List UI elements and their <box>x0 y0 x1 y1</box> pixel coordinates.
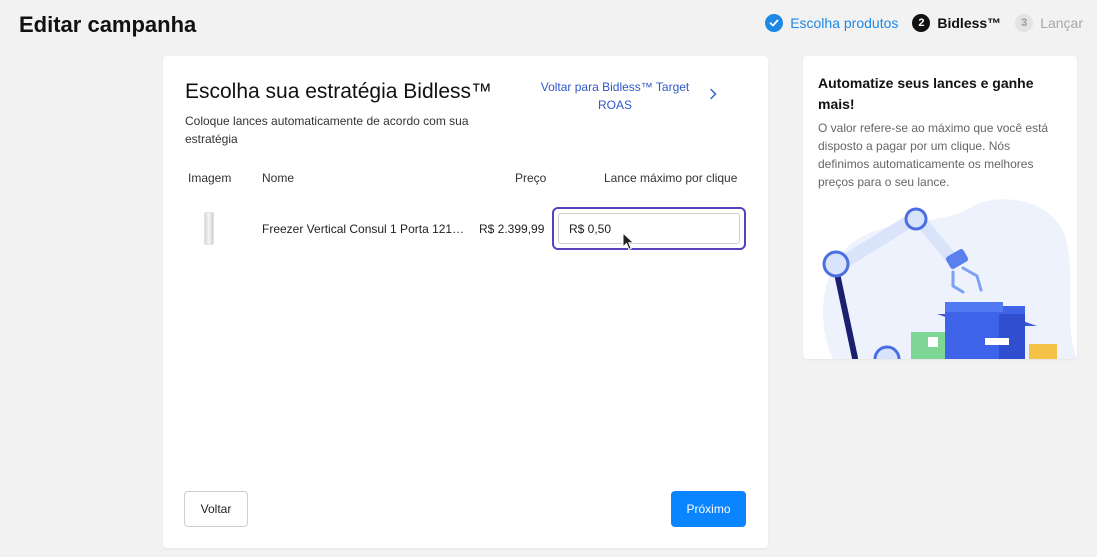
stepper: Escolha produtos 2 Bidless™ 3 Lançar <box>765 14 1083 32</box>
back-to-target-roas-link[interactable]: Voltar para Bidless™ Target ROAS <box>535 78 735 114</box>
strategy-card: Escolha sua estratégia Bidless™ Coloque … <box>163 56 768 548</box>
column-header-name: Nome <box>262 171 295 185</box>
back-button[interactable]: Voltar <box>184 491 248 527</box>
product-price: R$ 2.399,99 <box>479 222 545 236</box>
strategy-title: Escolha sua estratégia Bidless™ <box>185 80 492 103</box>
back-link-label: Voltar para Bidless™ Target ROAS <box>540 80 690 112</box>
step-number: 3 <box>1015 14 1034 32</box>
robot-arm-illustration <box>822 199 1077 359</box>
chevron-right-icon <box>709 87 717 105</box>
step-bidless[interactable]: 2 Bidless™ <box>912 14 1001 32</box>
max-bid-field-wrapper <box>552 207 746 250</box>
check-circle-icon <box>765 14 784 32</box>
column-header-image: Imagem <box>188 171 232 185</box>
column-header-price: Preço <box>515 171 547 185</box>
info-text: O valor refere-se ao máximo que você est… <box>818 121 1049 189</box>
step-launch[interactable]: 3 Lançar <box>1015 14 1083 32</box>
step-label: Bidless™ <box>937 15 1002 31</box>
info-card: Automatize seus lances e ganhe mais! O v… <box>803 56 1077 359</box>
next-button[interactable]: Próximo <box>671 491 746 527</box>
product-thumbnail <box>204 212 214 245</box>
mouse-cursor-icon <box>622 232 635 251</box>
strategy-subtitle: Coloque lances automaticamente de acordo… <box>185 114 469 146</box>
step-number: 2 <box>912 14 931 32</box>
page-title: Editar campanha <box>19 12 197 37</box>
column-header-max-bid: Lance máximo por clique <box>604 171 738 185</box>
step-label: Escolha produtos <box>790 15 899 31</box>
product-name: Freezer Vertical Consul 1 Porta 121L ... <box>262 222 469 236</box>
max-bid-input[interactable] <box>558 213 740 244</box>
step-label: Lançar <box>1040 15 1083 31</box>
step-choose-products[interactable]: Escolha produtos <box>765 14 898 32</box>
info-title: Automatize seus lances e ganhe mais! <box>818 75 1034 112</box>
